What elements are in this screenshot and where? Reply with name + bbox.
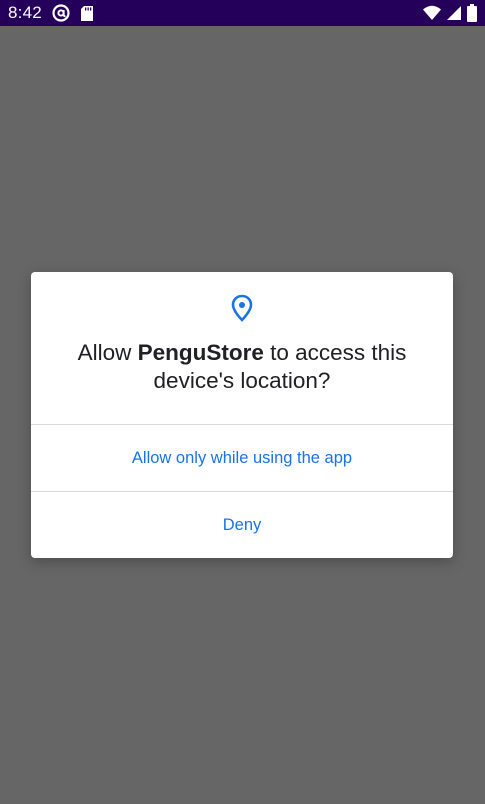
status-bar: 8:42: [0, 0, 485, 26]
at-sign-icon: [52, 4, 70, 22]
title-prefix: Allow: [77, 340, 138, 365]
sd-card-icon: [80, 5, 94, 22]
allow-while-using-button[interactable]: Allow only while using the app: [31, 425, 453, 491]
location-permission-dialog: Allow PenguStore to access this device's…: [31, 272, 453, 558]
location-pin-icon: [230, 294, 254, 322]
wifi-icon: [423, 5, 441, 21]
app-name: PenguStore: [137, 340, 264, 365]
battery-icon: [467, 4, 477, 22]
dialog-title: Allow PenguStore to access this device's…: [51, 339, 433, 395]
signal-icon: [447, 5, 461, 21]
status-time: 8:42: [8, 3, 42, 22]
deny-button[interactable]: Deny: [31, 492, 453, 558]
